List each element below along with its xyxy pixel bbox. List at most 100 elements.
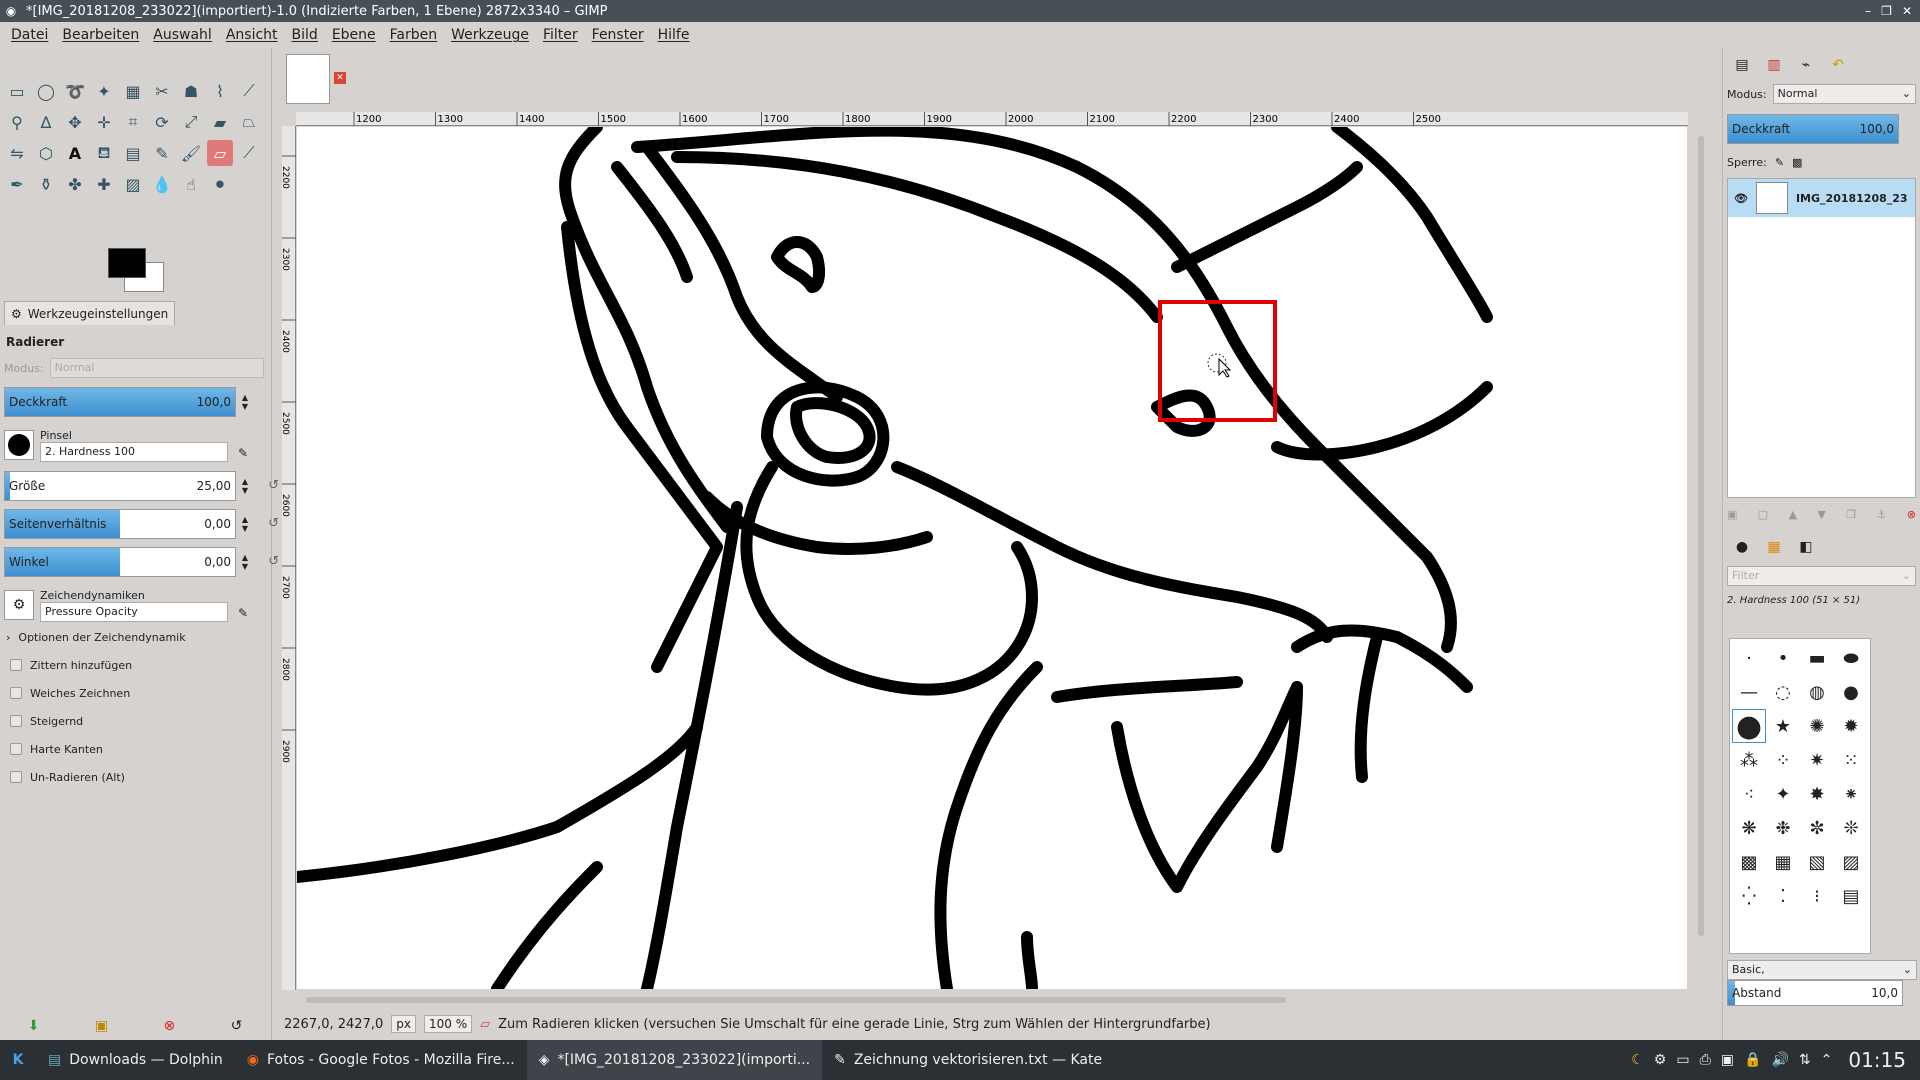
mode-select[interactable]: Normal <box>49 358 264 378</box>
brush-cell-selected[interactable]: ● <box>1732 709 1766 744</box>
layer-mode-select[interactable]: Normal ⌄ <box>1772 84 1916 104</box>
maximize-button[interactable]: ❐ <box>1881 4 1892 18</box>
dynamics-field[interactable]: Pressure Opacity <box>40 601 228 622</box>
close-button[interactable]: ✕ <box>1902 4 1912 18</box>
gradient-tool-icon[interactable]: ▤ <box>120 140 146 166</box>
check-incremental[interactable]: Steigernd <box>10 707 268 735</box>
brush-cell[interactable]: ⁚ <box>1766 879 1800 913</box>
horizontal-scrollbar[interactable] <box>296 994 1688 1006</box>
brush-filter-input[interactable]: Filter ⌄ <box>1727 566 1916 586</box>
layer-row[interactable]: 👁 IMG_20181208_23 <box>1728 179 1915 217</box>
brush-cell[interactable]: ⁂ <box>1732 743 1766 777</box>
network-icon[interactable]: ⇅ <box>1799 1052 1811 1068</box>
brush-cell[interactable]: ● <box>1834 675 1868 709</box>
heal-tool-icon[interactable]: ✚ <box>91 171 117 197</box>
brush-preview[interactable] <box>4 430 34 460</box>
brush-cell[interactable]: ▩ <box>1732 845 1766 879</box>
brush-cell[interactable]: ✸ <box>1800 777 1834 811</box>
menu-auswahl[interactable]: Auswahl <box>146 27 219 43</box>
lock-pixels-icon[interactable]: ✎ <box>1775 156 1784 169</box>
menu-bild[interactable]: Bild <box>285 27 325 43</box>
task-dolphin[interactable]: ▤ Downloads — Dolphin <box>36 1040 235 1080</box>
vertical-scroll-thumb[interactable] <box>1698 136 1704 936</box>
tray-expand-icon[interactable]: ⌃ <box>1821 1052 1833 1068</box>
brush-cell[interactable]: ⁘ <box>1766 743 1800 777</box>
brush-cell[interactable]: ❋ <box>1732 811 1766 845</box>
channels-tab-icon[interactable]: ▥ <box>1761 54 1787 76</box>
settings-icon[interactable]: ⚙ <box>1654 1052 1667 1068</box>
menu-ebene[interactable]: Ebene <box>325 27 383 43</box>
scissors-tool-icon[interactable]: ✂ <box>149 78 175 104</box>
color-swatches[interactable] <box>108 248 168 298</box>
size-spinner[interactable]: ▲ ▼ <box>237 472 253 500</box>
smudge-tool-icon[interactable]: ☝ <box>178 171 204 197</box>
checkbox[interactable] <box>10 771 22 783</box>
foreground-color[interactable] <box>108 248 146 278</box>
pencil-tool-icon[interactable]: ✎ <box>149 140 175 166</box>
menu-hilfe[interactable]: Hilfe <box>651 27 697 43</box>
opacity-slider[interactable]: Deckkraft 100,0 ▲ ▼ <box>4 387 248 417</box>
restore-options-icon[interactable]: ▣ <box>95 1018 108 1034</box>
layers-tab-icon[interactable]: ▤ <box>1729 54 1755 76</box>
task-kate[interactable]: ✎ Zeichnung vektorisieren.txt — Kate <box>822 1040 1114 1080</box>
menu-datei[interactable]: Datei <box>4 27 55 43</box>
display-icon[interactable]: ▭ <box>1676 1052 1689 1068</box>
brush-cell[interactable]: ◌ <box>1766 675 1800 709</box>
align-tool-icon[interactable]: ✛ <box>91 109 117 135</box>
night-color-icon[interactable]: ☾ <box>1631 1052 1644 1068</box>
brush-cell[interactable]: ⁕ <box>1834 777 1868 811</box>
angle-slider[interactable]: Winkel 0,00 ▲ ▼ ↺ <box>4 547 279 577</box>
brushes-tab-icon[interactable]: ● <box>1729 536 1755 558</box>
dynamics-options-expander[interactable]: › Optionen der Zeichendynamik <box>6 623 268 651</box>
task-firefox[interactable]: ◉ Fotos - Google Fotos - Mozilla Fire... <box>235 1040 527 1080</box>
paintbrush-tool-icon[interactable]: 🖌 <box>178 140 204 166</box>
brush-cell[interactable]: ⬬ <box>1834 641 1868 675</box>
reset-angle-icon[interactable]: ↺ <box>268 554 279 569</box>
brush-cell[interactable]: ★ <box>1766 709 1800 743</box>
aspect-slider[interactable]: Seitenverhältnis 0,00 ▲ ▼ ↺ <box>4 509 279 539</box>
check-jitter[interactable]: Zittern hinzufügen <box>10 651 268 679</box>
brush-name-field[interactable]: 2. Hardness 100 <box>40 441 228 462</box>
brush-cell[interactable]: ⁛ <box>1732 879 1766 913</box>
crop-tool-icon[interactable]: ⌗ <box>120 109 146 135</box>
reset-options-icon[interactable]: ↺ <box>231 1018 243 1034</box>
image-thumbnail[interactable] <box>286 54 330 104</box>
brush-cell[interactable]: ❉ <box>1766 811 1800 845</box>
tab-tool-options[interactable]: ⚙ Werkzeugeinstellungen <box>4 301 176 325</box>
close-image-icon[interactable]: ✕ <box>334 72 346 84</box>
reset-size-icon[interactable]: ↺ <box>268 478 279 493</box>
clipboard-icon[interactable]: ▣ <box>1721 1052 1734 1068</box>
mypaint-brush-tool-icon[interactable]: ⚱ <box>33 171 59 197</box>
menu-werkzeuge[interactable]: Werkzeuge <box>444 27 536 43</box>
bucket-fill-tool-icon[interactable]: ⛾ <box>91 140 117 166</box>
brush-cell[interactable]: ✼ <box>1800 811 1834 845</box>
shear-tool-icon[interactable]: ▰ <box>207 109 233 135</box>
brush-cell[interactable]: ⁙ <box>1834 743 1868 777</box>
scale-tool-icon[interactable]: ⤢ <box>178 109 204 135</box>
perspective-clone-tool-icon[interactable]: ▨ <box>120 171 146 197</box>
brush-cell[interactable]: • <box>1766 641 1800 675</box>
check-hard-edge[interactable]: Harte Kanten <box>10 735 268 763</box>
checkbox[interactable] <box>10 743 22 755</box>
gimp-app-icon[interactable]: ◉ <box>0 4 22 18</box>
brush-cell[interactable]: ▨ <box>1834 845 1868 879</box>
dynamics-icon[interactable]: ⚙ <box>4 590 34 620</box>
raise-layer-icon[interactable]: ▲ <box>1789 508 1797 521</box>
lock-alpha-icon[interactable]: ▩ <box>1792 156 1802 169</box>
clone-tool-icon[interactable]: ✤ <box>62 171 88 197</box>
brush-cell[interactable]: ✺ <box>1800 709 1834 743</box>
anchor-layer-icon[interactable]: ⚓ <box>1877 508 1887 521</box>
paths-tab-icon[interactable]: ⌁ <box>1793 54 1819 76</box>
brush-cell[interactable]: — <box>1732 675 1766 709</box>
brush-cell[interactable]: ✷ <box>1800 743 1834 777</box>
new-group-icon[interactable]: ▢ <box>1758 508 1768 521</box>
brush-cell[interactable]: ⁝ <box>1800 879 1834 913</box>
menu-ansicht[interactable]: Ansicht <box>219 27 285 43</box>
printer-icon[interactable]: ⎙ <box>1700 1052 1711 1068</box>
paths-tool-icon[interactable]: ⌇ <box>207 78 233 104</box>
minimize-button[interactable]: – <box>1865 4 1871 18</box>
dodge-burn-tool-icon[interactable]: ⚫ <box>207 171 233 197</box>
fuzzy-select-tool-icon[interactable]: ✦ <box>91 78 117 104</box>
brush-cell[interactable]: ▧ <box>1800 845 1834 879</box>
perspective-tool-icon[interactable]: ⏢ <box>236 109 262 135</box>
